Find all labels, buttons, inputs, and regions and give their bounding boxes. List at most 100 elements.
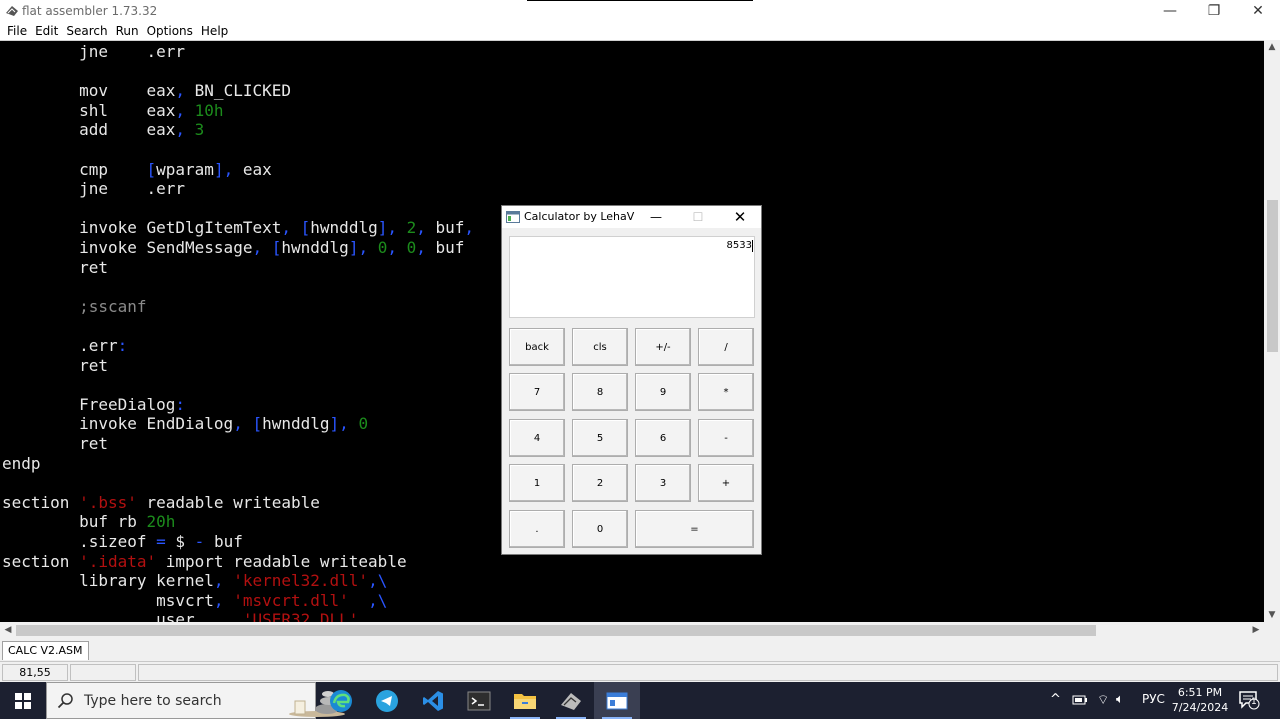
telegram-taskbar-icon[interactable] [364,682,410,719]
code-token: eax [233,159,272,179]
start-button[interactable] [0,682,46,719]
code-token: , [387,238,397,257]
digit-2-key[interactable]: 2 [572,464,628,502]
code-token: ret [2,434,108,453]
close-button[interactable]: ✕ [1236,0,1280,22]
code-line: invoke GetDlgItemText, [hwnddlg], 2, buf… [2,218,474,238]
calc-close-button[interactable]: ✕ [720,206,760,228]
clock-date: 7/24/2024 [1171,701,1229,714]
digit-7-key[interactable]: 7 [509,373,565,411]
code-token: section [2,551,80,571]
input-language[interactable]: РУС [1142,692,1165,706]
scroll-up-icon[interactable]: ▲ [1264,40,1280,54]
top-strip [527,0,753,1]
network-wifi-icon[interactable]: ⌔ [1097,692,1109,708]
code-token: invoke GetDlgItemText [2,218,282,238]
subtract-key[interactable]: - [698,419,754,457]
code-token: ;sscanf [2,296,147,316]
code-line: cmp [wparam], eax [2,160,272,180]
code-token: 10h [185,100,224,120]
code-line: invoke EndDialog, [hwnddlg], 0 [2,414,368,434]
status-bar: 81,55 [0,661,1280,682]
code-line: msvcrt, 'msvcrt.dll' ,\ [2,591,387,611]
code-token: 0 [368,238,388,257]
code-token: ], [377,218,397,238]
text-caret [752,240,753,252]
minimize-button[interactable]: — [1148,0,1192,22]
status-cell-modified [70,664,136,681]
clock[interactable]: 6:51 PM 7/24/2024 [1170,685,1230,715]
code-token: FreeDialog [2,394,176,414]
digit-5-key[interactable]: 5 [572,419,628,457]
digit-0-key[interactable]: 0 [572,510,628,548]
negate-key[interactable]: +/- [635,328,691,366]
clear-key[interactable]: cls [572,328,628,366]
code-line: section '.bss' readable writeable [2,493,320,513]
scroll-right-icon[interactable]: ▶ [1248,622,1264,639]
horizontal-scroll-thumb[interactable] [16,625,1096,636]
menu-search[interactable]: Search [63,24,110,38]
vertical-scroll-thumb[interactable] [1267,200,1278,352]
volume-muted-icon[interactable]: 🔈︎ [1116,692,1124,707]
calc-minimize-button[interactable]: — [636,206,676,228]
code-token: shl eax [2,100,176,120]
calculator-taskbar-icon[interactable] [594,682,640,719]
file-tab-calc-v2[interactable]: CALC V2.ASM [2,641,89,660]
taskbar-search-box[interactable]: Type here to search [46,682,345,719]
code-token: , [213,571,224,591]
code-line: ;sscanf [2,296,147,317]
calculator-window-icon [506,211,520,223]
back-key[interactable]: back [509,328,565,366]
menu-file[interactable]: File [4,24,30,38]
scroll-left-icon[interactable]: ◀ [0,622,16,639]
divide-key[interactable]: / [698,328,754,366]
code-token: buf [204,532,243,551]
tray-overflow-chevron-icon[interactable]: ^ [1050,692,1061,707]
menu-edit[interactable]: Edit [32,24,61,38]
code-token: ret [2,355,108,375]
menu-options[interactable]: Options [144,24,196,38]
scroll-down-icon[interactable]: ▼ [1264,608,1280,622]
code-token: , [416,218,426,238]
decimal-key[interactable]: . [509,510,565,548]
code-token: endp [2,453,41,473]
code-token: library kernel [2,571,214,591]
calculator-title-bar[interactable]: Calculator by LehaV — ☐ ✕ [502,206,761,228]
digit-3-key[interactable]: 3 [635,464,691,502]
calculator-display[interactable]: 8533 [509,236,755,318]
code-token: invoke SendMessage [2,238,253,257]
code-line: ret [2,258,108,278]
code-line: user , 'USER32.DLL' [2,610,358,622]
terminal-taskbar-icon[interactable] [456,682,502,719]
digit-6-key[interactable]: 6 [635,419,691,457]
file-explorer-taskbar-icon[interactable] [502,682,548,719]
digit-9-key[interactable]: 9 [635,373,691,411]
digit-8-key[interactable]: 8 [572,373,628,411]
code-line: endp [2,454,41,474]
fasm-app-icon [6,6,18,16]
search-placeholder: Type here to search [84,693,222,709]
equals-key[interactable]: = [635,510,754,548]
digit-4-key[interactable]: 4 [509,419,565,457]
restore-button[interactable]: ❐ [1192,0,1236,22]
add-key[interactable]: + [698,464,754,502]
battery-icon[interactable] [1072,694,1088,706]
scroll-corner [1264,622,1280,639]
vscode-taskbar-icon[interactable] [410,682,456,719]
multiply-key[interactable]: * [698,373,754,411]
menu-help[interactable]: Help [198,24,231,38]
fasm-taskbar-icon[interactable] [548,682,594,719]
edge-taskbar-icon[interactable] [318,682,364,719]
horizontal-scrollbar[interactable]: ◀ ▶ [0,622,1264,639]
code-token: .sizeof [2,532,157,551]
code-token: ,\ [368,571,388,591]
menu-run[interactable]: Run [113,24,142,38]
digit-1-key[interactable]: 1 [509,464,565,502]
vertical-scrollbar[interactable]: ▲ ▼ [1264,40,1280,622]
code-line: ret [2,356,108,376]
code-token: 20h [146,512,176,532]
code-token: : [117,336,128,355]
notification-center-icon[interactable]: 1 [1238,690,1260,710]
